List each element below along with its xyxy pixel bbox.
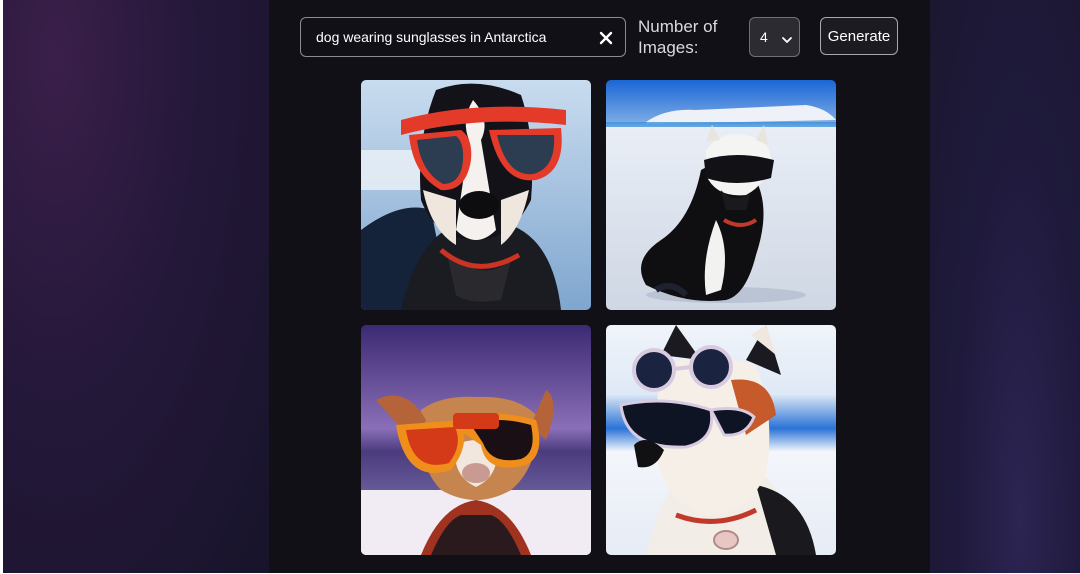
generated-image-2[interactable] — [606, 80, 836, 310]
prompt-input[interactable]: dog wearing sunglasses in Antarctica — [300, 17, 626, 57]
toolbar: dog wearing sunglasses in Antarctica Num… — [269, 0, 930, 70]
generated-image-1[interactable] — [361, 80, 591, 310]
main-panel: dog wearing sunglasses in Antarctica Num… — [269, 0, 930, 573]
background-left — [3, 0, 269, 573]
image-count-value: 4 — [760, 29, 768, 45]
prompt-text[interactable]: dog wearing sunglasses in Antarctica — [316, 29, 546, 45]
generated-image-4[interactable] — [606, 325, 836, 555]
image-count-select[interactable]: 4 — [749, 17, 800, 57]
image-count-label: Number of Images: — [638, 17, 718, 57]
close-icon[interactable] — [595, 27, 617, 49]
background-right — [930, 0, 1080, 573]
chevron-down-icon — [781, 31, 793, 43]
generated-image-3[interactable] — [361, 325, 591, 555]
generate-button[interactable]: Generate — [820, 17, 898, 55]
